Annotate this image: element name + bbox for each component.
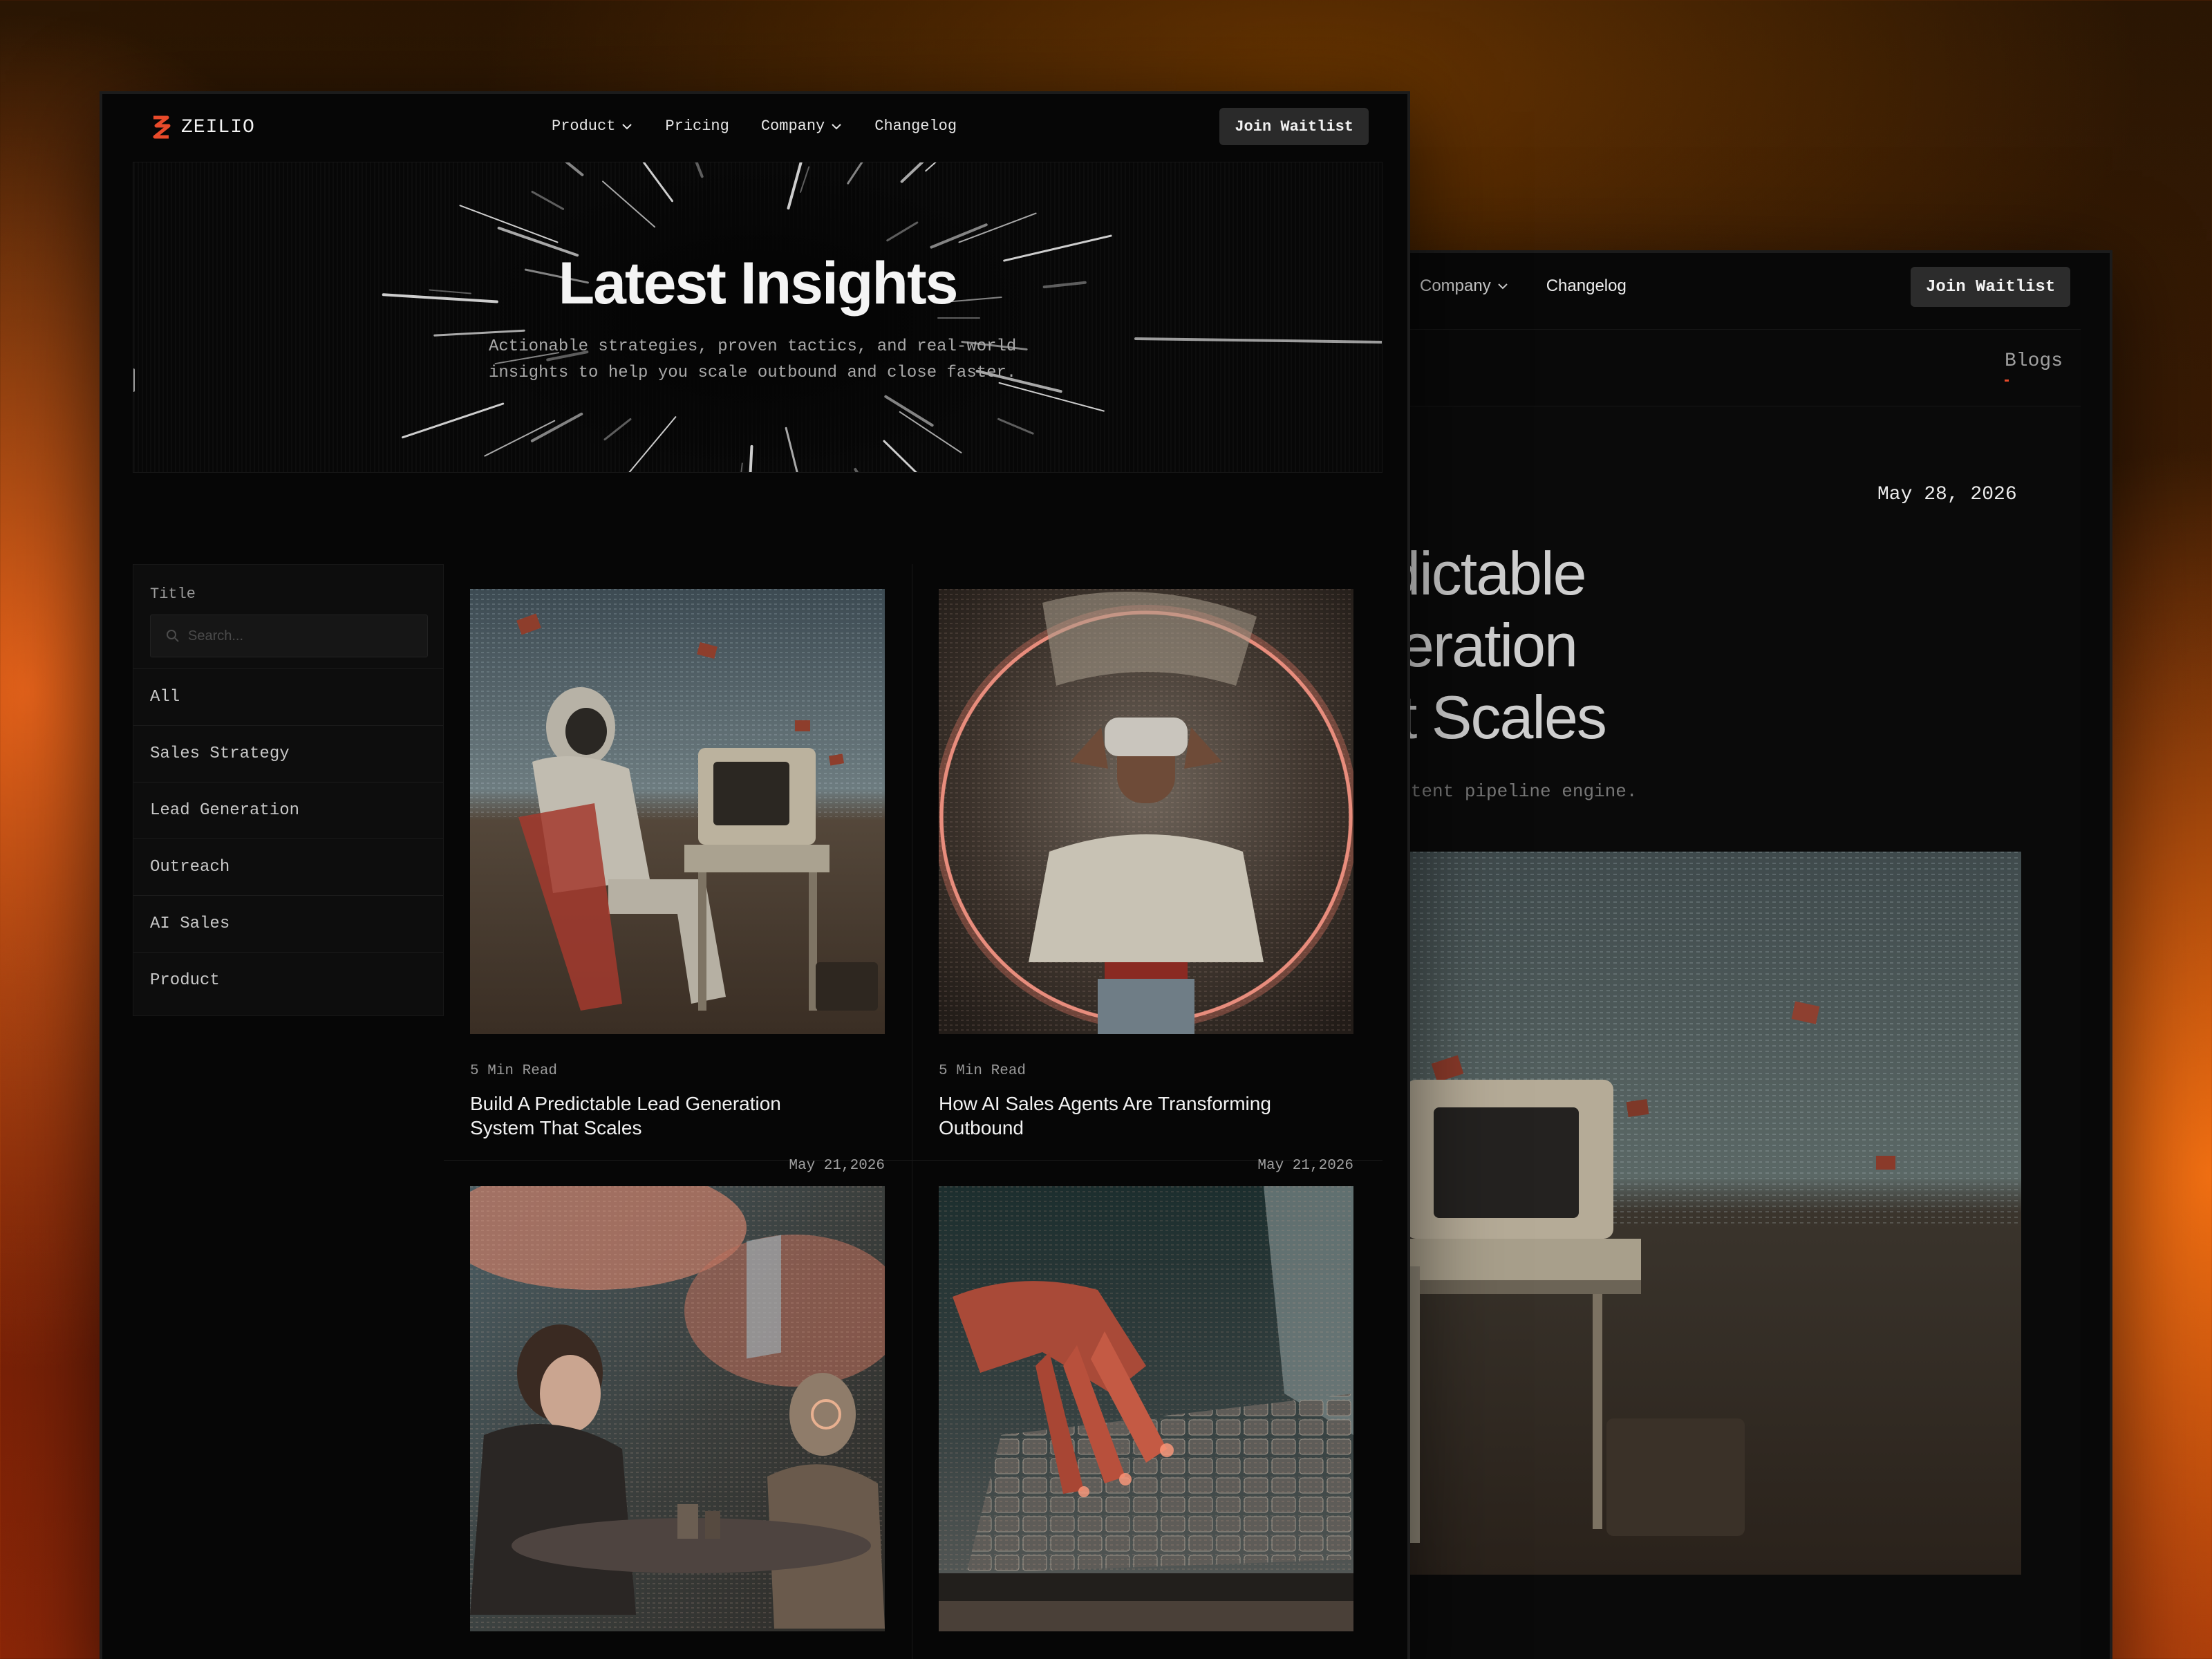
page-subtitle: Actionable strategies, proven tactics, a… <box>489 337 1017 382</box>
nav-company[interactable]: Company <box>761 118 843 135</box>
light-ray <box>603 418 632 441</box>
category-all[interactable]: All <box>133 668 443 725</box>
category-ai-sales[interactable]: AI Sales <box>133 895 443 952</box>
article-nav-company[interactable]: Company <box>1420 276 1509 296</box>
light-ray <box>883 440 917 472</box>
hero-banner: Latest Insights Actionable strategies, p… <box>133 162 1382 473</box>
post-thumbnail[interactable] <box>470 589 885 1034</box>
sidebar-empty-area <box>133 1016 444 1659</box>
light-ray <box>800 166 810 193</box>
chevron-down-icon <box>1498 283 1508 290</box>
article-title: redictable eneration hat Scales <box>1378 538 1958 753</box>
light-ray <box>749 444 753 472</box>
nav-company-label: Company <box>760 118 825 135</box>
article-nav-changelog[interactable]: Changelog <box>1546 276 1627 296</box>
article-body: May 28, 2026 redictable eneration hat Sc… <box>1378 406 2081 1659</box>
post-date: May 21,2026 <box>1257 1158 1353 1174</box>
post-card[interactable]: 5 Min Read Build A Predictable Lead Gene… <box>470 589 885 1174</box>
light-ray <box>997 418 1034 435</box>
post-thumbnail[interactable] <box>939 589 1353 1034</box>
article-title-line: hat Scales <box>1378 683 1607 751</box>
article-title-line: eneration <box>1378 611 1578 679</box>
nav-product-label: Product <box>552 118 616 135</box>
article-hero-image <box>1378 852 2021 1575</box>
post-card[interactable] <box>939 1186 1353 1631</box>
category-lead-generation[interactable]: Lead Generation <box>133 782 443 838</box>
light-ray <box>785 427 798 472</box>
nav-changelog-label: Changelog <box>874 118 957 135</box>
breadcrumb-active-indicator <box>2005 379 2009 382</box>
light-ray <box>998 382 1105 412</box>
light-ray <box>854 467 859 472</box>
post-read-time: 5 Min Read <box>470 1063 558 1079</box>
category-sales-strategy[interactable]: Sales Strategy <box>133 725 443 782</box>
blog-listing-window: ZEILIO Product Pricing Company Changelog… <box>100 91 1410 1659</box>
breadcrumb-blogs[interactable]: Blogs <box>2005 350 2063 372</box>
filter-label: Title <box>150 585 196 603</box>
article-nav-changelog-label: Changelog <box>1546 276 1627 295</box>
light-ray <box>602 180 656 228</box>
article-navbar: Company Changelog Join Waitlist <box>1378 253 2110 319</box>
article-nav-links: Company Changelog <box>1420 276 1627 296</box>
page-title: Latest Insights <box>558 250 959 317</box>
light-ray <box>402 402 505 439</box>
light-ray <box>930 223 988 249</box>
category-outreach[interactable]: Outreach <box>133 838 443 895</box>
article-window: Company Changelog Join Waitlist Blogs Ma… <box>1376 250 2112 1659</box>
category-list: All Sales Strategy Lead Generation Outre… <box>133 668 443 1009</box>
light-ray <box>459 205 559 243</box>
nav-pricing-label: Pricing <box>665 118 729 135</box>
post-title[interactable]: Build A Predictable Lead Generation Syst… <box>470 1091 830 1140</box>
nav-product[interactable]: Product <box>552 118 633 135</box>
light-ray <box>886 221 919 242</box>
search-box[interactable] <box>150 615 428 657</box>
post-title[interactable]: How AI Sales Agents Are Transforming Out… <box>939 1091 1298 1140</box>
post-card[interactable]: 5 Min Read How AI Sales Agents Are Trans… <box>939 589 1353 1174</box>
nav-changelog[interactable]: Changelog <box>874 118 957 135</box>
article-nav-company-label: Company <box>1420 276 1491 295</box>
light-ray <box>884 395 934 427</box>
nav-pricing[interactable]: Pricing <box>665 118 729 135</box>
search-input[interactable] <box>188 628 423 644</box>
breadcrumb: Blogs <box>1378 329 2081 406</box>
article-join-waitlist-button[interactable]: Join Waitlist <box>1911 267 2071 307</box>
post-thumbnail[interactable] <box>939 1186 1353 1631</box>
post-date: May 21,2026 <box>789 1158 885 1174</box>
light-ray <box>787 162 803 210</box>
light-ray <box>899 411 962 453</box>
search-icon <box>167 630 179 642</box>
light-ray <box>484 420 556 457</box>
zeilio-logo-icon <box>153 115 171 139</box>
post-thumbnail[interactable] <box>470 1186 885 1631</box>
light-ray <box>695 162 704 178</box>
light-ray <box>847 162 863 185</box>
article-date: May 28, 2026 <box>1877 484 2017 505</box>
post-read-time: 5 Min Read <box>939 1063 1027 1079</box>
chevron-down-icon <box>622 123 632 129</box>
light-ray <box>958 212 1037 243</box>
join-waitlist-button[interactable]: Join Waitlist <box>1219 108 1369 145</box>
light-ray <box>628 416 677 472</box>
post-card[interactable] <box>470 1186 885 1631</box>
navbar: ZEILIO Product Pricing Company Changelog… <box>102 94 1407 160</box>
light-ray <box>900 162 924 183</box>
chevron-down-icon <box>832 123 841 129</box>
logo[interactable]: ZEILIO <box>151 115 255 140</box>
light-ray <box>925 162 937 172</box>
article-title-line: redictable <box>1378 539 1587 608</box>
article-description: sistent pipeline engine. <box>1378 781 1638 802</box>
light-ray <box>530 412 583 442</box>
light-ray <box>531 190 565 210</box>
filter-sidebar: Title All Sales Strategy Lead Generation… <box>133 564 444 1016</box>
light-ray <box>642 162 673 203</box>
nav-links: Product Pricing Company Changelog <box>552 118 957 135</box>
category-product[interactable]: Product <box>133 952 443 1009</box>
posts-grid: 5 Min Read Build A Predictable Lead Gene… <box>444 564 1382 1659</box>
light-ray <box>565 162 584 176</box>
light-ray <box>1134 337 1382 344</box>
brand-name: ZEILIO <box>181 116 255 138</box>
light-ray <box>740 462 743 472</box>
